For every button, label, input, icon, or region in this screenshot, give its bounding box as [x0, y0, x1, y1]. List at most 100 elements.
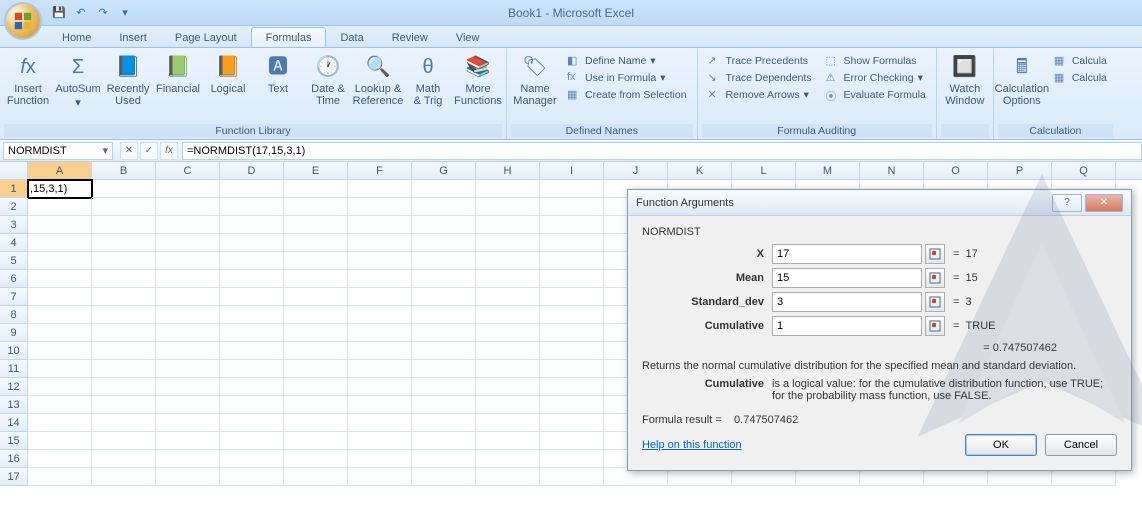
- cell[interactable]: [156, 198, 220, 216]
- cell[interactable]: [220, 198, 284, 216]
- date-time-button[interactable]: 🕐Date & Time: [304, 51, 352, 109]
- cell[interactable]: [540, 306, 604, 324]
- cell[interactable]: [92, 414, 156, 432]
- column-header[interactable]: Q: [1052, 162, 1116, 179]
- column-header[interactable]: N: [860, 162, 924, 179]
- cell[interactable]: [284, 234, 348, 252]
- cell[interactable]: [220, 378, 284, 396]
- cell[interactable]: [412, 324, 476, 342]
- cell[interactable]: [476, 378, 540, 396]
- cell[interactable]: [412, 288, 476, 306]
- cell[interactable]: [220, 396, 284, 414]
- cell[interactable]: [28, 378, 92, 396]
- tab-formulas[interactable]: Formulas: [251, 27, 327, 47]
- name-box[interactable]: NORMDIST ▾: [3, 142, 113, 160]
- cell[interactable]: [28, 450, 92, 468]
- cell[interactable]: [220, 270, 284, 288]
- cell[interactable]: [540, 288, 604, 306]
- cell[interactable]: [476, 396, 540, 414]
- tab-page-layout[interactable]: Page Layout: [161, 28, 251, 47]
- cell[interactable]: [412, 180, 476, 198]
- cell[interactable]: [476, 432, 540, 450]
- cell[interactable]: [156, 234, 220, 252]
- cell[interactable]: [412, 342, 476, 360]
- recently-used-button[interactable]: 📘Recently Used: [104, 51, 152, 109]
- text-button[interactable]: 🅰Text: [254, 51, 302, 97]
- more-functions-button[interactable]: 📚More Functions: [454, 51, 502, 109]
- cell[interactable]: [284, 306, 348, 324]
- cell[interactable]: [92, 432, 156, 450]
- qat-dropdown-icon[interactable]: ▾: [116, 4, 134, 22]
- trace-dependents-button[interactable]: ↘Trace Dependents: [704, 70, 816, 86]
- cell[interactable]: [220, 252, 284, 270]
- cell[interactable]: [156, 432, 220, 450]
- tab-insert[interactable]: Insert: [105, 28, 161, 47]
- math-trig-button[interactable]: θMath & Trig: [404, 51, 452, 109]
- cell[interactable]: [92, 324, 156, 342]
- cell[interactable]: [92, 252, 156, 270]
- cell[interactable]: [220, 414, 284, 432]
- collapse-dialog-button[interactable]: [925, 316, 945, 336]
- cell[interactable]: [92, 360, 156, 378]
- cell[interactable]: [28, 360, 92, 378]
- row-header[interactable]: 13: [0, 396, 28, 414]
- cell[interactable]: [540, 216, 604, 234]
- row-header[interactable]: 7: [0, 288, 28, 306]
- save-icon[interactable]: 💾: [50, 4, 68, 22]
- cell[interactable]: [28, 396, 92, 414]
- cell[interactable]: [348, 216, 412, 234]
- collapse-dialog-button[interactable]: [925, 268, 945, 288]
- column-header[interactable]: J: [604, 162, 668, 179]
- cell[interactable]: [540, 360, 604, 378]
- name-manager-button[interactable]: 🏷Name Manager: [511, 51, 559, 109]
- cell[interactable]: [540, 468, 604, 486]
- cell[interactable]: [412, 252, 476, 270]
- cell[interactable]: [92, 450, 156, 468]
- cell[interactable]: [348, 414, 412, 432]
- cell[interactable]: [476, 270, 540, 288]
- cell[interactable]: [540, 252, 604, 270]
- cell[interactable]: [156, 252, 220, 270]
- cell[interactable]: [220, 450, 284, 468]
- dialog-cancel-button[interactable]: Cancel: [1045, 434, 1117, 456]
- cancel-formula-button[interactable]: ✕: [120, 142, 138, 160]
- cell[interactable]: [540, 450, 604, 468]
- tab-view[interactable]: View: [442, 28, 494, 47]
- cell[interactable]: [348, 306, 412, 324]
- dialog-close-button[interactable]: ✕: [1085, 194, 1123, 212]
- cell[interactable]: [92, 198, 156, 216]
- cell[interactable]: [348, 252, 412, 270]
- cell[interactable]: [284, 378, 348, 396]
- lookup-reference-button[interactable]: 🔍Lookup & Reference: [354, 51, 402, 109]
- cell[interactable]: [92, 468, 156, 486]
- redo-icon[interactable]: ↷: [94, 4, 112, 22]
- error-checking-button[interactable]: ⚠Error Checking▾: [822, 70, 930, 86]
- cell[interactable]: ,15,3,1): [28, 180, 92, 198]
- cell[interactable]: [220, 234, 284, 252]
- enter-formula-button[interactable]: ✓: [140, 142, 158, 160]
- tab-data[interactable]: Data: [326, 28, 377, 47]
- cell[interactable]: [540, 396, 604, 414]
- cell[interactable]: [28, 288, 92, 306]
- row-header[interactable]: 14: [0, 414, 28, 432]
- column-header[interactable]: G: [412, 162, 476, 179]
- insert-function-button[interactable]: fxInsert Function: [4, 51, 52, 109]
- cell[interactable]: [92, 378, 156, 396]
- cell[interactable]: [28, 306, 92, 324]
- cell[interactable]: [540, 270, 604, 288]
- create-from-selection-button[interactable]: ▦Create from Selection: [563, 87, 691, 103]
- cell[interactable]: [476, 306, 540, 324]
- office-button[interactable]: [4, 2, 42, 40]
- autosum-button[interactable]: ΣAutoSum▾: [54, 51, 102, 111]
- cell[interactable]: [412, 198, 476, 216]
- row-header[interactable]: 16: [0, 450, 28, 468]
- cell[interactable]: [156, 180, 220, 198]
- cell[interactable]: [92, 216, 156, 234]
- column-header[interactable]: P: [988, 162, 1052, 179]
- cell[interactable]: [156, 270, 220, 288]
- cell[interactable]: [476, 234, 540, 252]
- dialog-help-button[interactable]: ?: [1052, 194, 1082, 212]
- column-header[interactable]: I: [540, 162, 604, 179]
- collapse-dialog-button[interactable]: [925, 244, 945, 264]
- cell[interactable]: [284, 450, 348, 468]
